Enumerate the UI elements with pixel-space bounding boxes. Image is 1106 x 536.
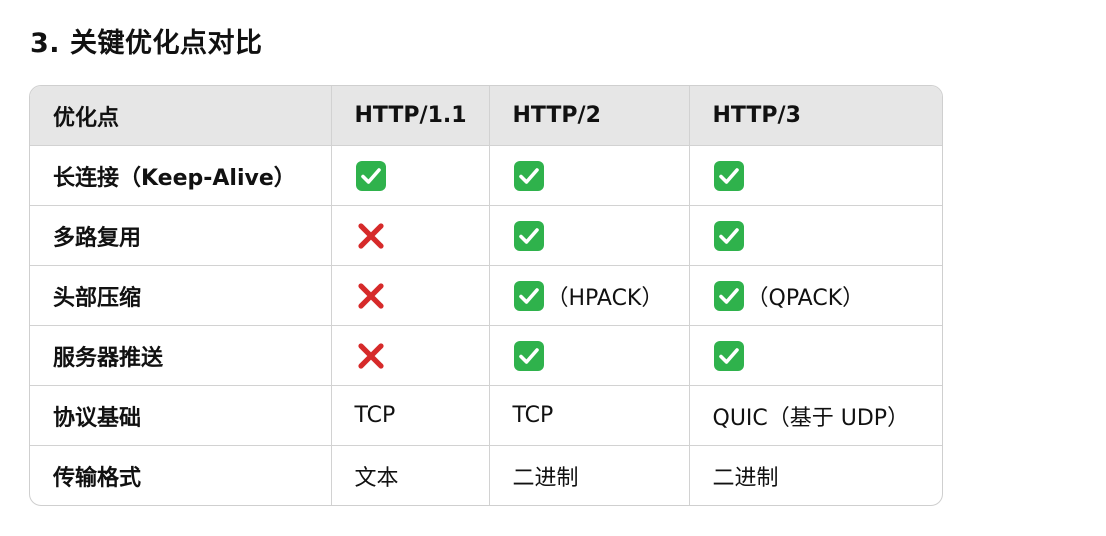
feature-label: 传输格式 bbox=[30, 445, 332, 505]
table-header: 优化点 HTTP/1.1 HTTP/2 HTTP/3 bbox=[30, 86, 942, 146]
cell-http3 bbox=[689, 325, 942, 386]
cross-mark-icon bbox=[355, 220, 387, 252]
cell-note: （HPACK） bbox=[546, 285, 664, 311]
cell-http2: 二进制 bbox=[489, 445, 690, 505]
cell-http3 bbox=[689, 145, 942, 206]
table-row: 服务器推送 bbox=[30, 325, 942, 386]
cell-http2: （HPACK） bbox=[489, 265, 690, 326]
feature-label: 协议基础 bbox=[30, 385, 332, 446]
check-mark-icon bbox=[513, 220, 545, 252]
cell-http2 bbox=[489, 205, 690, 266]
check-mark-icon bbox=[713, 160, 745, 192]
header-cell-http3: HTTP/3 bbox=[689, 86, 942, 146]
header-cell-http2: HTTP/2 bbox=[489, 86, 690, 146]
check-mark-icon bbox=[355, 160, 387, 192]
check-mark-icon bbox=[713, 340, 745, 372]
section-heading: 3. 关键优化点对比 bbox=[30, 28, 263, 59]
check-mark-icon bbox=[513, 340, 545, 372]
check-mark-icon bbox=[713, 280, 745, 312]
check-mark-icon bbox=[513, 160, 545, 192]
cell-http3 bbox=[689, 205, 942, 266]
cell-http3: （QPACK） bbox=[689, 265, 942, 326]
feature-label: 长连接（Keep-Alive） bbox=[30, 145, 332, 206]
table-row: 头部压缩 （HPACK） （QPACK） bbox=[30, 265, 942, 326]
page: 3. 关键优化点对比 优化点 HTTP/1.1 HTTP/2 HTTP/3 长连… bbox=[0, 0, 1106, 536]
cell-http11 bbox=[331, 145, 490, 206]
cell-http3: QUIC（基于 UDP） bbox=[689, 385, 942, 446]
cell-http2 bbox=[489, 325, 690, 386]
cell-http3: 二进制 bbox=[712, 465, 779, 491]
cross-mark-icon bbox=[355, 340, 387, 372]
cell-http11 bbox=[331, 265, 490, 326]
comparison-table-container: 优化点 HTTP/1.1 HTTP/2 HTTP/3 长连接（Keep-Aliv… bbox=[29, 85, 943, 506]
table-body: 长连接（Keep-Alive） 多路复用 头部压缩 （HPACK） （QPACK） 服务器… bbox=[30, 145, 942, 505]
check-mark-icon bbox=[713, 220, 745, 252]
header-cell-http11: HTTP/1.1 bbox=[331, 86, 490, 146]
table-row: 长连接（Keep-Alive） bbox=[30, 145, 942, 206]
cell-http11: 文本 bbox=[331, 445, 490, 505]
feature-label: 服务器推送 bbox=[30, 325, 332, 386]
cross-mark-icon bbox=[355, 280, 387, 312]
header-cell-feature: 优化点 bbox=[30, 86, 332, 146]
header-row: 优化点 HTTP/1.1 HTTP/2 HTTP/3 bbox=[30, 86, 942, 146]
feature-label: 多路复用 bbox=[30, 205, 332, 266]
cell-note: （QPACK） bbox=[746, 285, 865, 311]
table-row: 协议基础 TCP TCP QUIC（基于 UDP） bbox=[30, 385, 942, 446]
table-row: 传输格式 文本 二进制 二进制 bbox=[30, 445, 942, 505]
cell-http2 bbox=[489, 145, 690, 206]
cell-http2: TCP bbox=[489, 385, 690, 446]
table-row: 多路复用 bbox=[30, 205, 942, 266]
feature-label: 头部压缩 bbox=[30, 265, 332, 326]
cell-http11: TCP bbox=[331, 385, 490, 446]
cell-http11 bbox=[331, 205, 490, 266]
check-mark-icon bbox=[513, 280, 545, 312]
comparison-table: 优化点 HTTP/1.1 HTTP/2 HTTP/3 长连接（Keep-Aliv… bbox=[30, 86, 942, 505]
cell-http11 bbox=[331, 325, 490, 386]
